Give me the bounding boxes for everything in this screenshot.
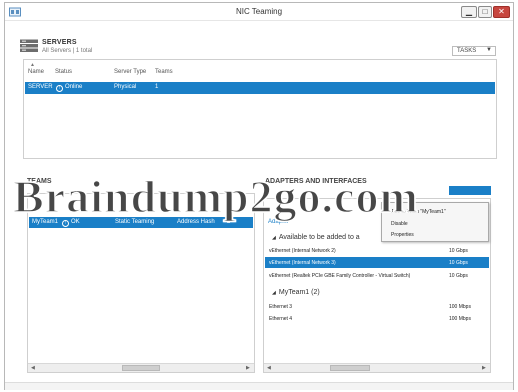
table-row[interactable]: SERVER ↑ Online Physical 1 (25, 82, 495, 94)
servers-section-title: SERVERS (42, 39, 77, 46)
servers-subtitle: All Servers | 1 total (42, 48, 93, 54)
adapter-name: vEthernet (Internal Network 3) (269, 260, 336, 266)
watermark-text: Braindump2go.com (12, 170, 419, 223)
close-button[interactable]: ✕ (493, 6, 510, 18)
group-available[interactable]: ◢ Available to be added to a (272, 234, 360, 241)
nic-teaming-window: NIC Teaming ▁ □ ✕ SERVERS All Servers | … (4, 2, 514, 390)
adapter-speed: 10 Gbps (449, 260, 468, 266)
scroll-left-icon[interactable]: ◀ (31, 365, 35, 371)
list-item[interactable]: vEthernet (Realtek PCIe GBE Family Contr… (265, 270, 489, 281)
maximize-button[interactable]: □ (478, 6, 492, 18)
server-teams-cell: 1 (155, 84, 159, 90)
list-item[interactable]: vEthernet (Internal Network 2) 10 Gbps (265, 245, 489, 256)
adapter-speed: 100 Mbps (449, 304, 471, 310)
teams-horizontal-scrollbar[interactable]: ◀ ▶ (28, 363, 254, 372)
list-item[interactable]: Ethernet 3 100 Mbps (265, 301, 489, 312)
servers-tasks-button[interactable]: TASKS ▼ (452, 46, 496, 56)
sort-ascending-icon: ▲ (30, 62, 35, 68)
adapter-name: vEthernet (Realtek PCIe GBE Family Contr… (269, 273, 411, 279)
title-bar[interactable]: NIC Teaming ▁ □ ✕ (5, 3, 513, 21)
column-header-teams[interactable]: Teams (155, 69, 173, 75)
scroll-right-icon[interactable]: ▶ (482, 365, 486, 371)
collapse-triangle-icon[interactable]: ◢ (272, 290, 276, 296)
chevron-down-icon: ▼ (486, 47, 492, 53)
scroll-left-icon[interactable]: ◀ (267, 365, 271, 371)
scroll-right-icon[interactable]: ▶ (246, 365, 250, 371)
group-available-label: Available to be added to a (278, 234, 360, 241)
adapters-horizontal-scrollbar[interactable]: ◀ ▶ (264, 363, 490, 372)
status-ok-icon: ↑ (56, 85, 63, 92)
adapter-name: Ethernet 3 (269, 304, 293, 310)
minimize-button[interactable]: ▁ (461, 6, 477, 18)
menu-item-properties[interactable]: Properties (391, 232, 414, 238)
adapter-speed: 10 Gbps (449, 248, 468, 254)
list-item[interactable]: Ethernet 4 100 Mbps (265, 313, 489, 324)
server-name-cell: SERVER (28, 84, 53, 90)
server-type-cell: Physical (114, 84, 137, 90)
adapter-speed: 100 Mbps (449, 316, 471, 322)
adapter-speed: 10 Gbps (449, 273, 468, 279)
adapter-name: Ethernet 4 (269, 316, 293, 322)
server-stack-icon (20, 39, 38, 52)
server-status-cell: ↑ Online (54, 84, 82, 92)
window-bottom-edge (5, 382, 513, 390)
column-header-status[interactable]: Status (55, 69, 72, 75)
adapter-name: vEthernet (Internal Network 2) (269, 248, 336, 254)
list-item[interactable]: vEthernet (Internal Network 3) 10 Gbps (265, 257, 489, 268)
group-team[interactable]: ◢ MyTeam1 (2) (272, 289, 320, 296)
window-title: NIC Teaming (235, 7, 283, 16)
column-header-name[interactable]: Name (28, 69, 44, 75)
scrollbar-thumb[interactable] (330, 365, 370, 371)
column-header-server-type[interactable]: Server Type (114, 69, 146, 75)
server-status-text: Online (65, 84, 83, 90)
servers-tasks-label: TASKS (457, 48, 477, 54)
scrollbar-thumb[interactable] (122, 365, 160, 371)
collapse-triangle-icon[interactable]: ◢ (272, 235, 276, 241)
servers-grid[interactable]: ▲ Name Status Server Type Teams SERVER ↑… (23, 59, 497, 159)
group-team-label: MyTeam1 (2) (278, 289, 320, 296)
